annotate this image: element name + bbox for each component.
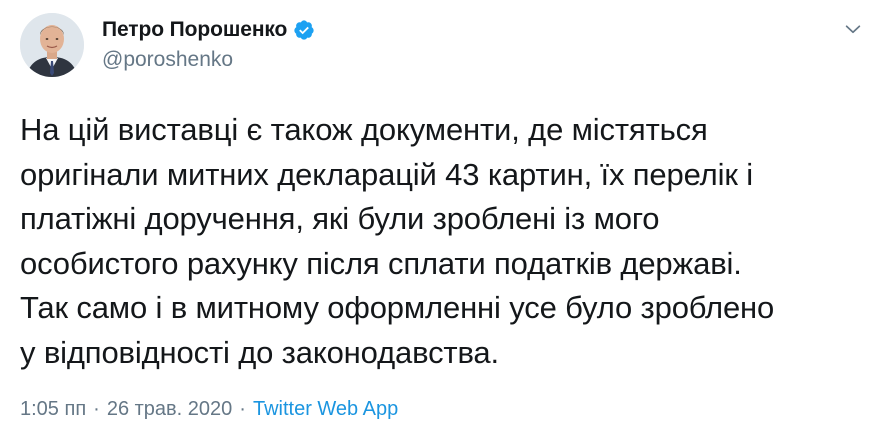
author-handle[interactable]: @poroshenko [102,48,233,72]
avatar[interactable] [20,13,84,77]
tweet-source-link[interactable]: Twitter Web App [253,398,398,421]
tweet-metadata: 1:05 пп · 26 трав. 2020 · Twitter Web Ap… [20,398,398,421]
meta-separator: · [93,398,100,420]
tweet-text: На цій виставці є також документи, де мі… [20,112,775,370]
tweet-card: Петро Порошенко @poroshenko На цій виста… [0,0,886,440]
display-name[interactable]: Петро Порошенко [102,18,287,42]
chevron-down-icon [845,25,861,34]
verified-badge-icon [293,19,315,41]
tweet-time[interactable]: 1:05 пп [20,398,86,421]
tweet-menu-button[interactable] [838,14,868,44]
tweet-date[interactable]: 26 трав. 2020 [107,398,232,421]
profile-photo [20,13,84,77]
meta-separator: · [239,398,246,420]
author-row: Петро Порошенко [102,18,315,42]
